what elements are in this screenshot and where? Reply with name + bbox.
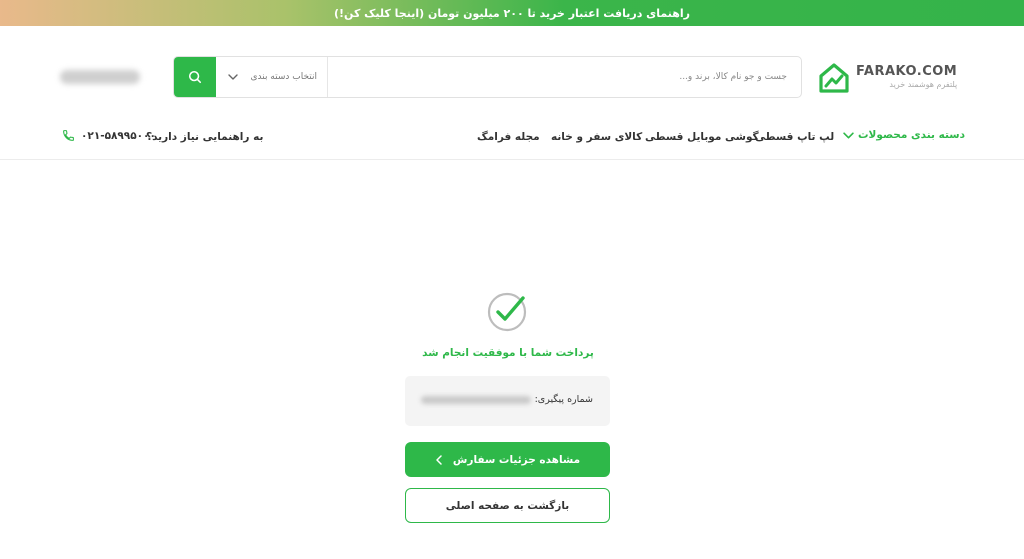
back-to-home-button[interactable]: بازگشت به صفحه اصلی	[405, 488, 610, 523]
tracking-number-box: شماره پیگیری:	[405, 376, 610, 426]
phone-number: ۰۲۱-۵۸۹۹۵۰۰۰	[81, 129, 156, 142]
support-phone[interactable]: ۰۲۱-۵۸۹۹۵۰۰۰	[62, 129, 156, 142]
nav-item-magazine[interactable]: مجله فرامگ	[477, 131, 540, 143]
phone-icon	[63, 130, 74, 141]
nav-item-installment-laptop[interactable]: لپ تاپ قسطی	[755, 131, 834, 143]
view-order-details-label: مشاهده جزئیات سفارش	[452, 453, 581, 466]
tracking-label: شماره پیگیری:	[534, 394, 593, 405]
search-input[interactable]	[328, 57, 801, 97]
nav-categories-label: دسته بندی محصولات	[858, 129, 965, 141]
search-bar: انتخاب دسته بندی	[173, 56, 802, 98]
nav-item-categories[interactable]: دسته بندی محصولات	[843, 129, 965, 141]
tracking-number-blurred	[421, 396, 531, 404]
nav-item-travel-home[interactable]: کالای سفر و خانه	[551, 131, 642, 143]
logo-tagline: پلتفرم هوشمند خرید	[889, 80, 958, 89]
payment-success-message: پرداخت شما با موفقیت انجام شد	[422, 347, 594, 359]
top-banner[interactable]: راهنمای دریافت اعتبار خرید تا ۲۰۰ میلیون…	[0, 0, 1024, 26]
category-dropdown-label: انتخاب دسته بندی	[250, 72, 317, 82]
user-account-blurred[interactable]	[60, 70, 140, 84]
category-dropdown[interactable]: انتخاب دسته بندی	[216, 57, 328, 97]
search-icon	[188, 70, 202, 84]
search-button[interactable]	[174, 57, 216, 97]
chevron-down-icon	[228, 74, 238, 80]
site-logo[interactable]: FARAKO.COM پلتفرم هوشمند خرید	[818, 60, 958, 96]
chevron-down-icon	[843, 131, 854, 139]
back-to-home-label: بازگشت به صفحه اصلی	[445, 499, 570, 512]
site-header: FARAKO.COM پلتفرم هوشمند خرید انتخاب دست…	[0, 26, 1024, 160]
help-prompt: به راهنمایی نیاز دارید؟	[146, 131, 264, 143]
banner-text[interactable]: راهنمای دریافت اعتبار خرید تا ۲۰۰ میلیون…	[334, 7, 690, 20]
check-circle-icon	[487, 292, 527, 332]
main-nav: دسته بندی محصولات لپ تاپ قسطی گوشی موبای…	[0, 127, 1024, 151]
view-order-details-button[interactable]: مشاهده جزئیات سفارش	[405, 442, 610, 477]
logo-mark-icon	[819, 63, 849, 93]
nav-item-installment-phone[interactable]: گوشی موبایل قسطی	[645, 131, 759, 143]
logo-name: FARAKO.COM	[856, 64, 958, 79]
chevron-left-icon	[436, 454, 442, 465]
logo-text: FARAKO.COM پلتفرم هوشمند خرید	[856, 64, 957, 89]
